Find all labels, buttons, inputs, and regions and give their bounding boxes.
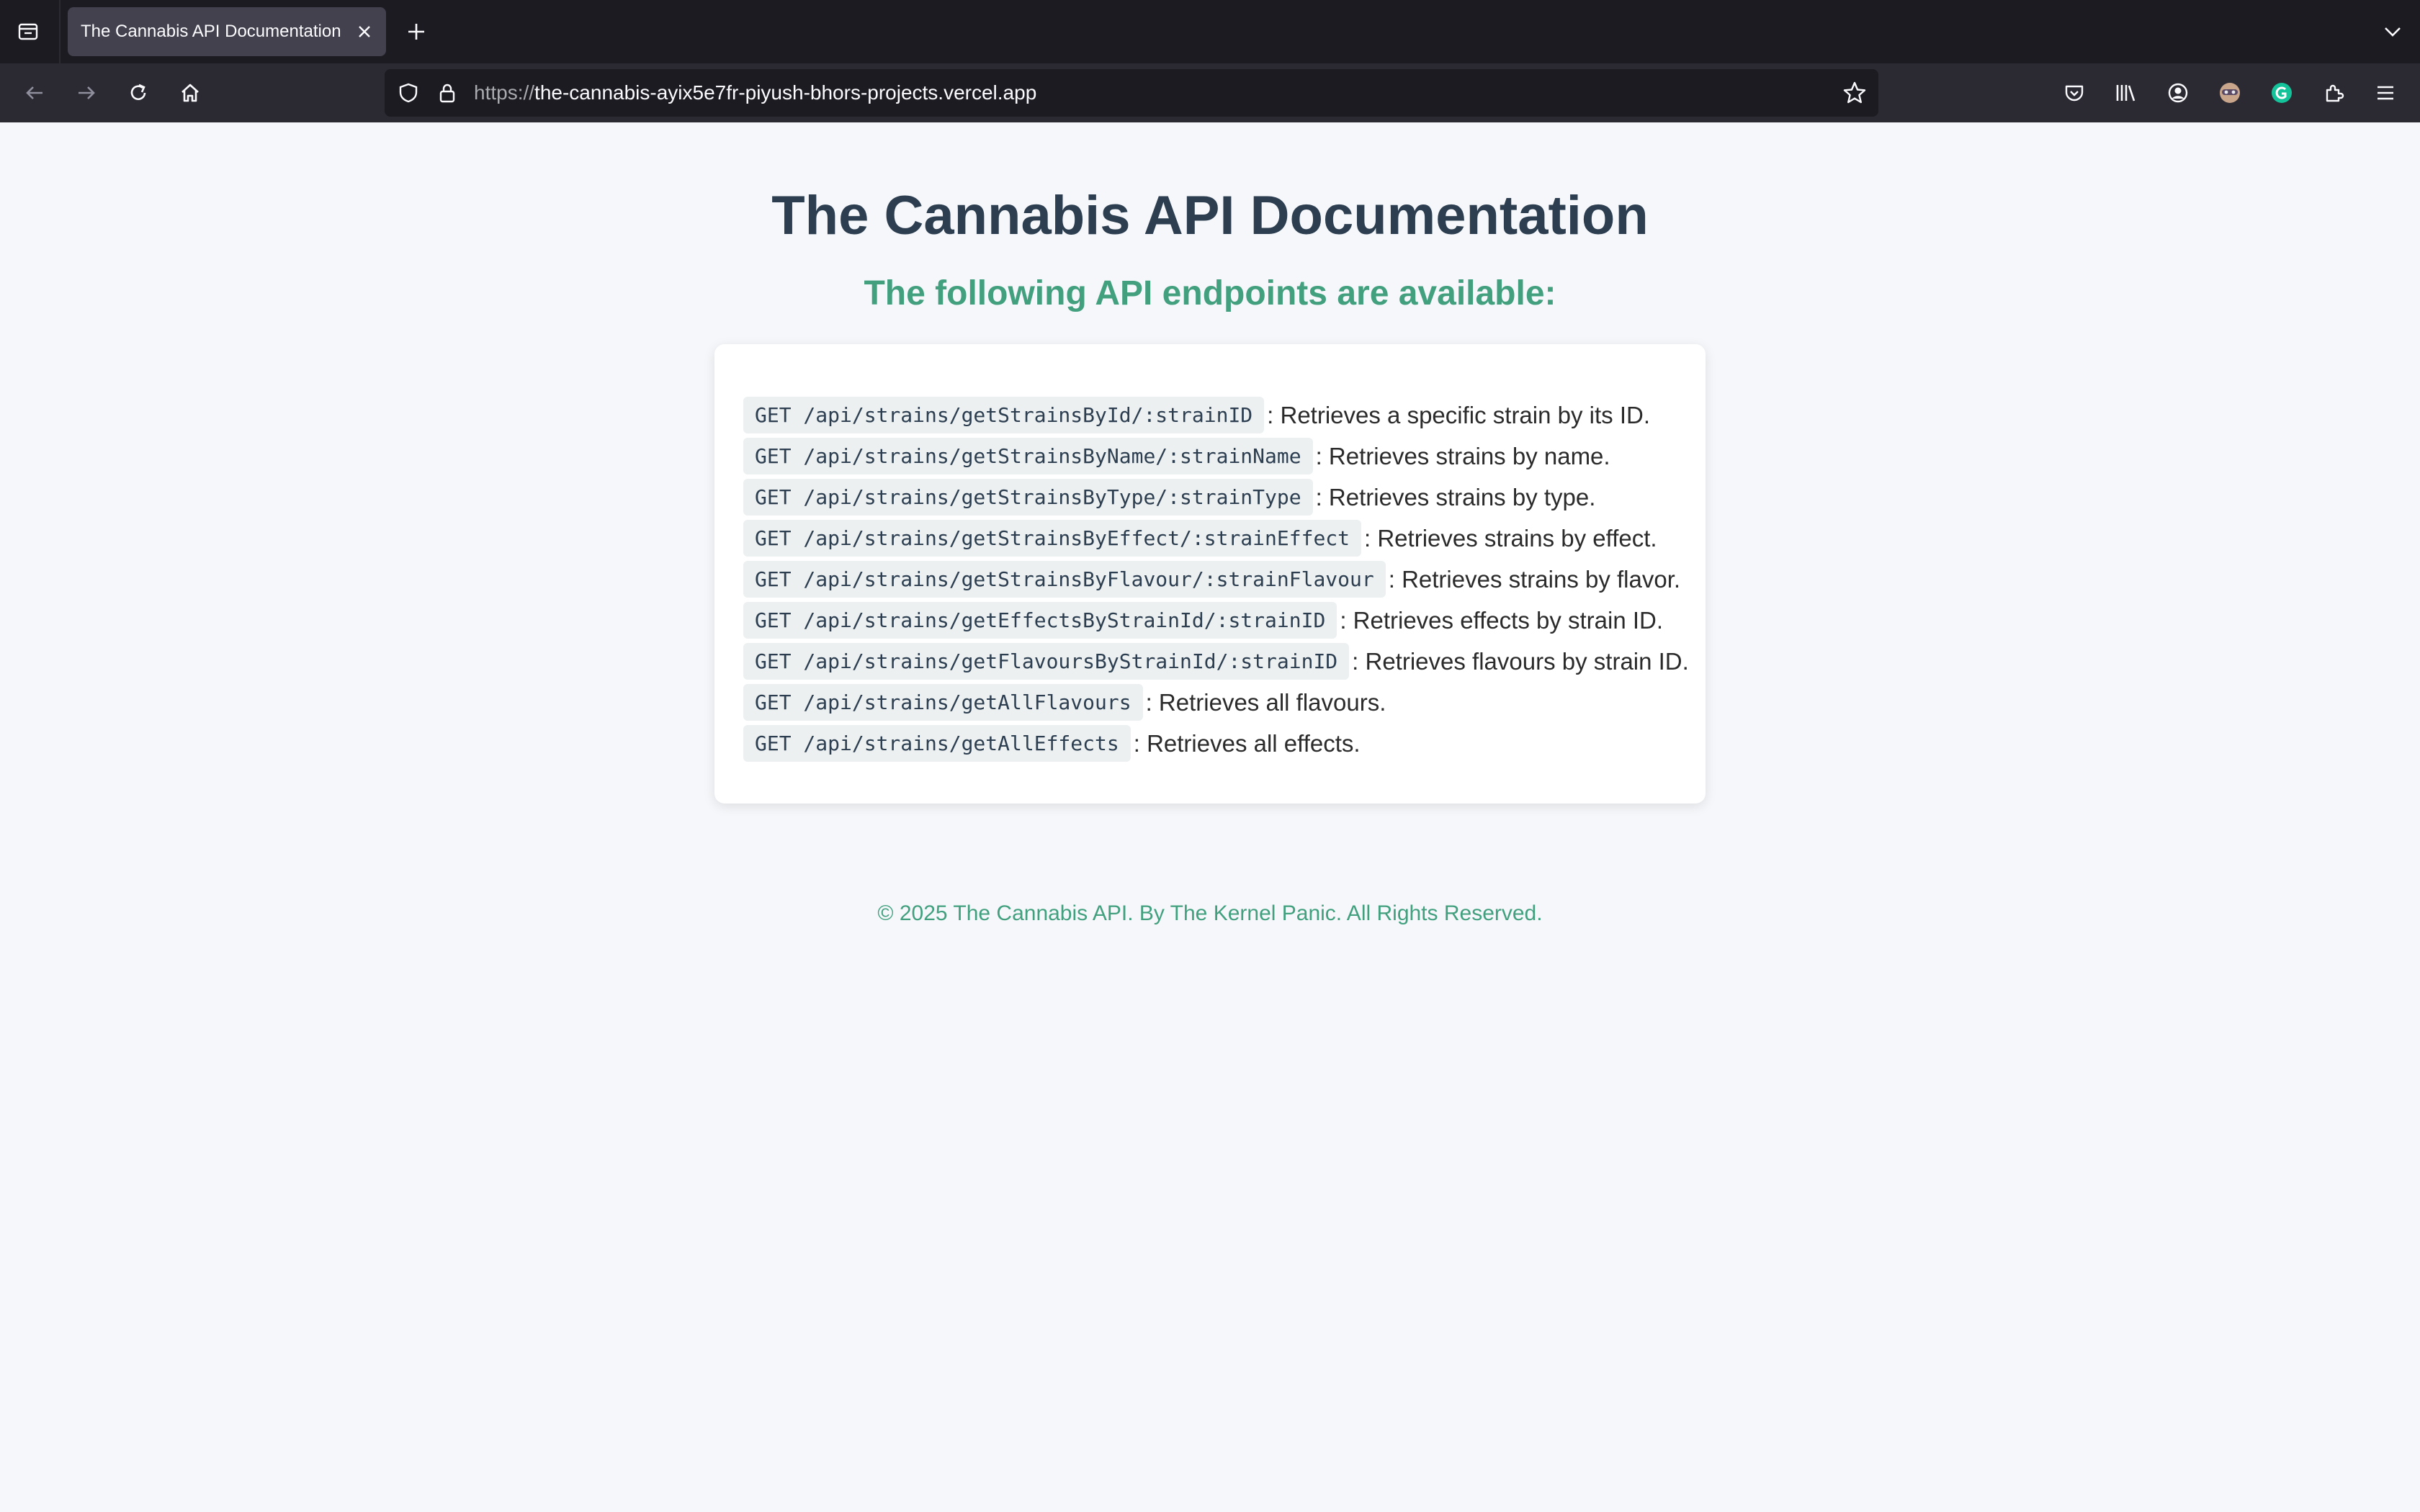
endpoint-description: : Retrieves strains by name. [1315, 442, 1610, 469]
endpoint-description: : Retrieves a specific strain by its ID. [1267, 401, 1650, 428]
url-host: the-cannabis-ayix5e7fr-piyush-bhors-proj… [534, 81, 1037, 104]
grammarly-icon[interactable] [2264, 76, 2299, 110]
tab-active[interactable]: The Cannabis API Documentation [68, 7, 386, 56]
lock-icon[interactable] [432, 78, 462, 108]
chevron-down-icon[interactable] [2377, 16, 2408, 48]
endpoint-code: GET /api/strains/getAllFlavours [743, 684, 1143, 721]
url-scheme: https:// [474, 81, 535, 104]
page-title: The Cannabis API Documentation [771, 185, 1649, 246]
pocket-icon[interactable] [2057, 76, 2092, 110]
endpoint-code: GET /api/strains/getEffectsByStrainId/:s… [743, 602, 1337, 639]
endpoint-code: GET /api/strains/getStrainsByEffect/:str… [743, 520, 1362, 557]
tab-title: The Cannabis API Documentation [81, 22, 341, 41]
endpoint-code: GET /api/strains/getAllEffects [743, 725, 1131, 762]
plus-icon[interactable] [400, 16, 432, 48]
forward-arrow-icon[interactable] [69, 76, 104, 110]
endpoints-card: GET /api/strains/getStrainsById/:strainI… [714, 344, 1706, 804]
endpoint-code: GET /api/strains/getStrainsByFlavour/:st… [743, 561, 1386, 598]
endpoint-row: GET /api/strains/getStrainsByFlavour/:st… [743, 559, 1706, 600]
endpoint-code: GET /api/strains/getStrainsByName/:strai… [743, 438, 1313, 474]
page-subtitle: The following API endpoints are availabl… [864, 274, 1556, 312]
endpoint-description: : Retrieves flavours by strain ID. [1352, 647, 1689, 675]
endpoint-row: GET /api/strains/getStrainsById/:strainI… [743, 395, 1706, 436]
endpoint-description: : Retrieves strains by type. [1315, 483, 1596, 510]
home-icon[interactable] [173, 76, 207, 110]
endpoint-row: GET /api/strains/getStrainsByType/:strai… [743, 477, 1706, 518]
close-icon[interactable] [353, 20, 376, 43]
puzzle-icon[interactable] [2316, 76, 2351, 110]
endpoint-row: GET /api/strains/getAllFlavours : Retrie… [743, 682, 1706, 723]
endpoint-description: : Retrieves effects by strain ID. [1340, 606, 1664, 634]
tab-separator [59, 0, 60, 63]
library-icon[interactable] [2109, 76, 2143, 110]
endpoint-row: GET /api/strains/getFlavoursByStrainId/:… [743, 641, 1706, 682]
page-content: The Cannabis API Documentation The follo… [0, 122, 2420, 1512]
tab-list-icon[interactable] [13, 16, 43, 46]
account-icon[interactable] [2161, 76, 2195, 110]
endpoint-description: : Retrieves strains by flavor. [1388, 565, 1681, 593]
reload-icon[interactable] [121, 76, 156, 110]
url-text[interactable]: https://the-cannabis-ayix5e7fr-piyush-bh… [474, 69, 1036, 117]
endpoint-description: : Retrieves strains by effect. [1364, 524, 1657, 552]
endpoint-list: GET /api/strains/getStrainsById/:strainI… [743, 395, 1706, 764]
endpoint-row: GET /api/strains/getAllEffects : Retriev… [743, 723, 1706, 764]
endpoint-row: GET /api/strains/getStrainsByEffect/:str… [743, 518, 1706, 559]
navigation-toolbar: https://the-cannabis-ayix5e7fr-piyush-bh… [0, 63, 2420, 122]
endpoint-row: GET /api/strains/getEffectsByStrainId/:s… [743, 600, 1706, 641]
footer-copyright: © 2025 The Cannabis API. By The Kernel P… [877, 901, 1543, 925]
url-bar[interactable]: https://the-cannabis-ayix5e7fr-piyush-bh… [385, 69, 1878, 117]
shield-icon[interactable] [393, 78, 424, 108]
masked-face-extension-icon[interactable] [2213, 76, 2247, 110]
back-arrow-icon[interactable] [17, 76, 52, 110]
tab-bar: The Cannabis API Documentation [0, 0, 2420, 63]
endpoint-code: GET /api/strains/getStrainsById/:strainI… [743, 397, 1265, 433]
endpoint-code: GET /api/strains/getStrainsByType/:strai… [743, 479, 1313, 516]
endpoint-description: : Retrieves all effects. [1133, 729, 1361, 757]
hamburger-menu-icon[interactable] [2368, 76, 2403, 110]
endpoint-row: GET /api/strains/getStrainsByName/:strai… [743, 436, 1706, 477]
endpoint-code: GET /api/strains/getFlavoursByStrainId/:… [743, 643, 1350, 680]
endpoint-description: : Retrieves all flavours. [1145, 688, 1386, 716]
star-icon[interactable] [1839, 78, 1870, 108]
